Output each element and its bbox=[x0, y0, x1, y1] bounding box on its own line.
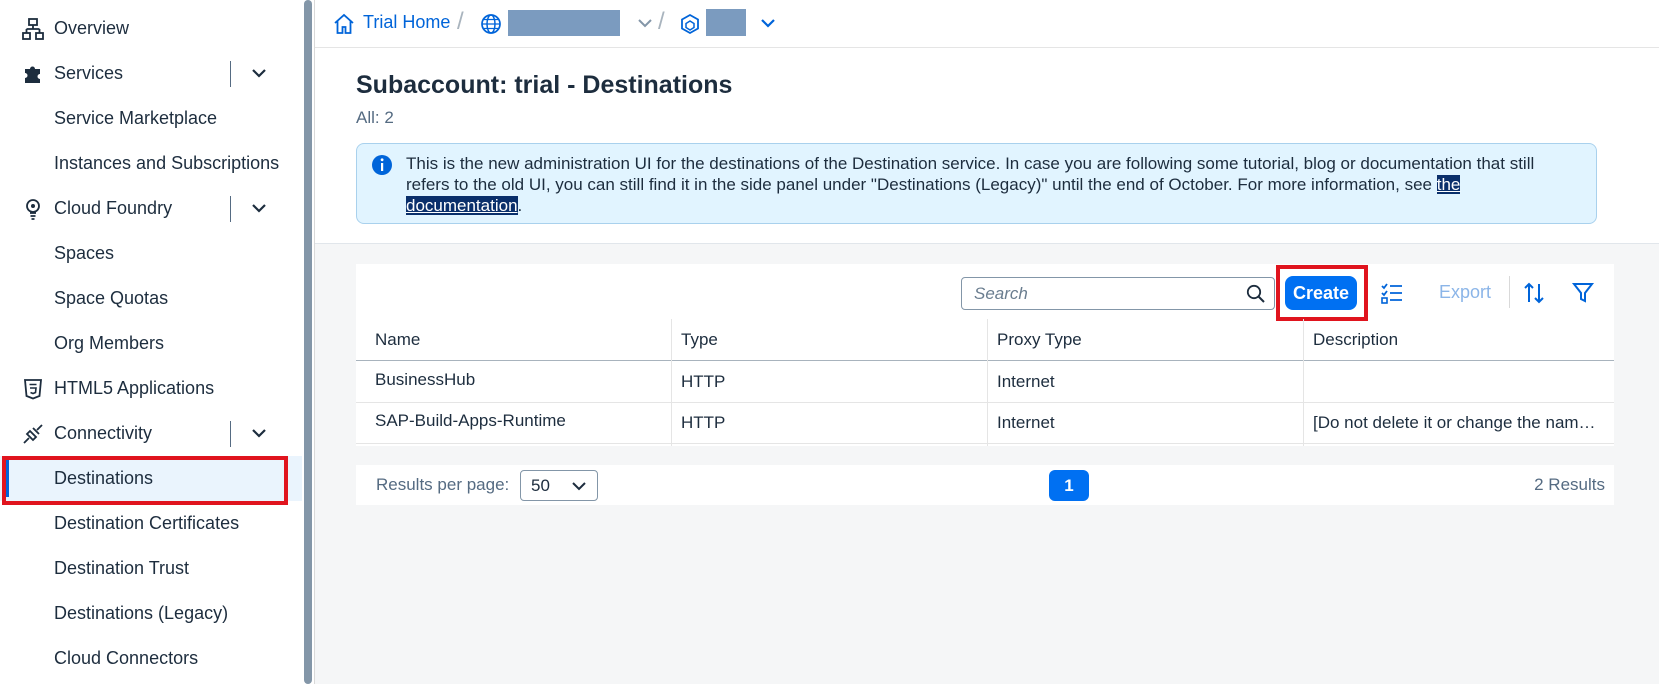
destinations-table: Search Create Export Name Type Proxy Typ… bbox=[356, 264, 1614, 446]
divider bbox=[230, 61, 231, 87]
sidebar-item-service-marketplace[interactable]: Service Marketplace bbox=[0, 96, 302, 141]
puzzle-icon bbox=[25, 66, 40, 83]
table-header: Name Type Proxy Type Description bbox=[356, 319, 1614, 361]
results-per-page-label: Results per page: bbox=[376, 475, 510, 494]
sidebar-item-destination-trust[interactable]: Destination Trust bbox=[0, 546, 302, 591]
column-header-description[interactable]: Description bbox=[1313, 330, 1398, 350]
page-button[interactable]: 1 bbox=[1049, 470, 1089, 501]
chevron-down-icon[interactable] bbox=[760, 15, 776, 31]
sidebar-item-overview[interactable]: Overview bbox=[0, 6, 302, 51]
sidebar-item-connectivity[interactable]: Connectivity bbox=[0, 411, 302, 456]
sidebar-scrollbar[interactable] bbox=[302, 0, 312, 684]
cell-type: HTTP bbox=[681, 413, 726, 432]
sidebar-item-label: Cloud Connectors bbox=[54, 648, 199, 668]
sidebar-item-label: Service Marketplace bbox=[54, 108, 218, 128]
sidebar-item-label: Services bbox=[54, 63, 124, 83]
info-message-suffix: . bbox=[517, 196, 523, 215]
sidebar-item-spaces[interactable]: Spaces bbox=[0, 231, 302, 276]
side-navigation: Overview Services Service Marketplace In… bbox=[0, 0, 302, 684]
table-row[interactable]: BusinessHub HTTP Internet bbox=[356, 362, 1614, 403]
sidebar-item-instances-subscriptions[interactable]: Instances and Subscriptions bbox=[0, 141, 302, 186]
sidebar-item-org-members[interactable]: Org Members bbox=[0, 321, 302, 366]
search-icon[interactable] bbox=[1246, 284, 1266, 304]
cell-description: [Do not delete it or change the nam… bbox=[1313, 413, 1596, 432]
chevron-down-icon[interactable] bbox=[249, 63, 269, 83]
sidebar-item-cloud-foundry[interactable]: Cloud Foundry bbox=[0, 186, 302, 231]
cell-type: HTTP bbox=[681, 372, 726, 391]
subaccount-selector[interactable] bbox=[706, 9, 746, 36]
cell-proxy-type: Internet bbox=[997, 372, 1055, 391]
highlight-annotation bbox=[1276, 265, 1368, 321]
info-icon bbox=[372, 155, 392, 175]
pagination-bar: Results per page: 50 1 2 Results bbox=[356, 465, 1614, 505]
lightbulb-icon bbox=[26, 199, 40, 220]
breadcrumb-separator: / bbox=[457, 8, 464, 35]
sidebar-item-services[interactable]: Services bbox=[0, 51, 302, 96]
connector-icon bbox=[23, 424, 43, 444]
breadcrumb-home-link[interactable]: Trial Home bbox=[363, 12, 450, 33]
chevron-down-icon bbox=[572, 482, 586, 491]
html5-icon bbox=[24, 379, 42, 400]
column-header-type[interactable]: Type bbox=[681, 330, 718, 350]
results-per-page-value: 50 bbox=[531, 476, 550, 495]
toolbar-separator bbox=[1509, 276, 1510, 308]
main-content: Trial Home / / Subaccount: trial - Desti… bbox=[314, 0, 1659, 684]
globe-icon bbox=[481, 14, 501, 34]
sidebar-item-space-quotas[interactable]: Space Quotas bbox=[0, 276, 302, 321]
chevron-down-icon[interactable] bbox=[249, 423, 269, 443]
sidebar-item-label: Destination Trust bbox=[54, 558, 190, 578]
info-message-text: This is the new administration UI for th… bbox=[406, 153, 1576, 216]
highlight-annotation bbox=[2, 456, 288, 505]
sidebar-item-label: Space Quotas bbox=[54, 288, 169, 308]
divider bbox=[230, 421, 231, 447]
hierarchy-icon bbox=[22, 18, 44, 40]
sidebar-item-label: Destinations (Legacy) bbox=[54, 603, 229, 623]
search-placeholder: Search bbox=[974, 284, 1028, 303]
sidebar-item-label: Org Members bbox=[54, 333, 165, 353]
sidebar-item-label: HTML5 Applications bbox=[54, 378, 215, 398]
cell-name: SAP-Build-Apps-Runtime bbox=[375, 411, 566, 430]
item-count: All: 2 bbox=[356, 108, 394, 127]
table-row[interactable]: SAP-Build-Apps-Runtime HTTP Internet [Do… bbox=[356, 403, 1614, 444]
sidebar-item-cloud-connectors[interactable]: Cloud Connectors bbox=[0, 636, 302, 681]
cell-proxy-type: Internet bbox=[997, 413, 1055, 432]
multi-select-icon[interactable] bbox=[1380, 281, 1404, 305]
chevron-down-icon[interactable] bbox=[249, 198, 269, 218]
sidebar-item-label: Instances and Subscriptions bbox=[54, 153, 280, 173]
info-message-strip: This is the new administration UI for th… bbox=[356, 143, 1597, 224]
column-header-name[interactable]: Name bbox=[375, 330, 420, 350]
info-message-body: This is the new administration UI for th… bbox=[406, 154, 1535, 194]
results-count: 2 Results bbox=[1534, 475, 1605, 494]
cube-icon bbox=[681, 13, 699, 35]
sidebar-item-label: Cloud Foundry bbox=[54, 198, 173, 218]
page-header: Subaccount: trial - Destinations All: 2 … bbox=[315, 48, 1659, 244]
results-per-page-select[interactable]: 50 bbox=[520, 470, 598, 501]
breadcrumb-separator: / bbox=[658, 8, 665, 35]
sidebar-item-label: Overview bbox=[54, 18, 130, 38]
sidebar-item-html5-applications[interactable]: HTML5 Applications bbox=[0, 366, 302, 411]
sidebar-item-label: Destination Certificates bbox=[54, 513, 240, 533]
sidebar-item-label: Spaces bbox=[54, 243, 115, 263]
breadcrumb: Trial Home / / bbox=[315, 0, 1659, 48]
global-account-selector[interactable] bbox=[508, 10, 620, 36]
sidebar-item-label: Connectivity bbox=[54, 423, 153, 443]
chevron-down-icon[interactable] bbox=[637, 15, 653, 31]
sidebar-item-destinations-legacy[interactable]: Destinations (Legacy) bbox=[0, 591, 302, 636]
filter-icon[interactable] bbox=[1571, 281, 1595, 305]
export-button[interactable]: Export bbox=[1439, 282, 1491, 303]
page-title: Subaccount: trial - Destinations bbox=[356, 71, 733, 99]
column-header-proxy-type[interactable]: Proxy Type bbox=[997, 330, 1082, 350]
sidebar-item-destination-certificates[interactable]: Destination Certificates bbox=[0, 501, 302, 546]
search-input[interactable]: Search bbox=[961, 277, 1275, 310]
scrollbar-thumb[interactable] bbox=[304, 0, 312, 684]
home-icon[interactable] bbox=[333, 13, 355, 35]
cell-name: BusinessHub bbox=[375, 370, 476, 389]
divider bbox=[230, 196, 231, 222]
app-window: Overview Services Service Marketplace In… bbox=[0, 0, 1659, 684]
sort-icon[interactable] bbox=[1522, 281, 1546, 305]
